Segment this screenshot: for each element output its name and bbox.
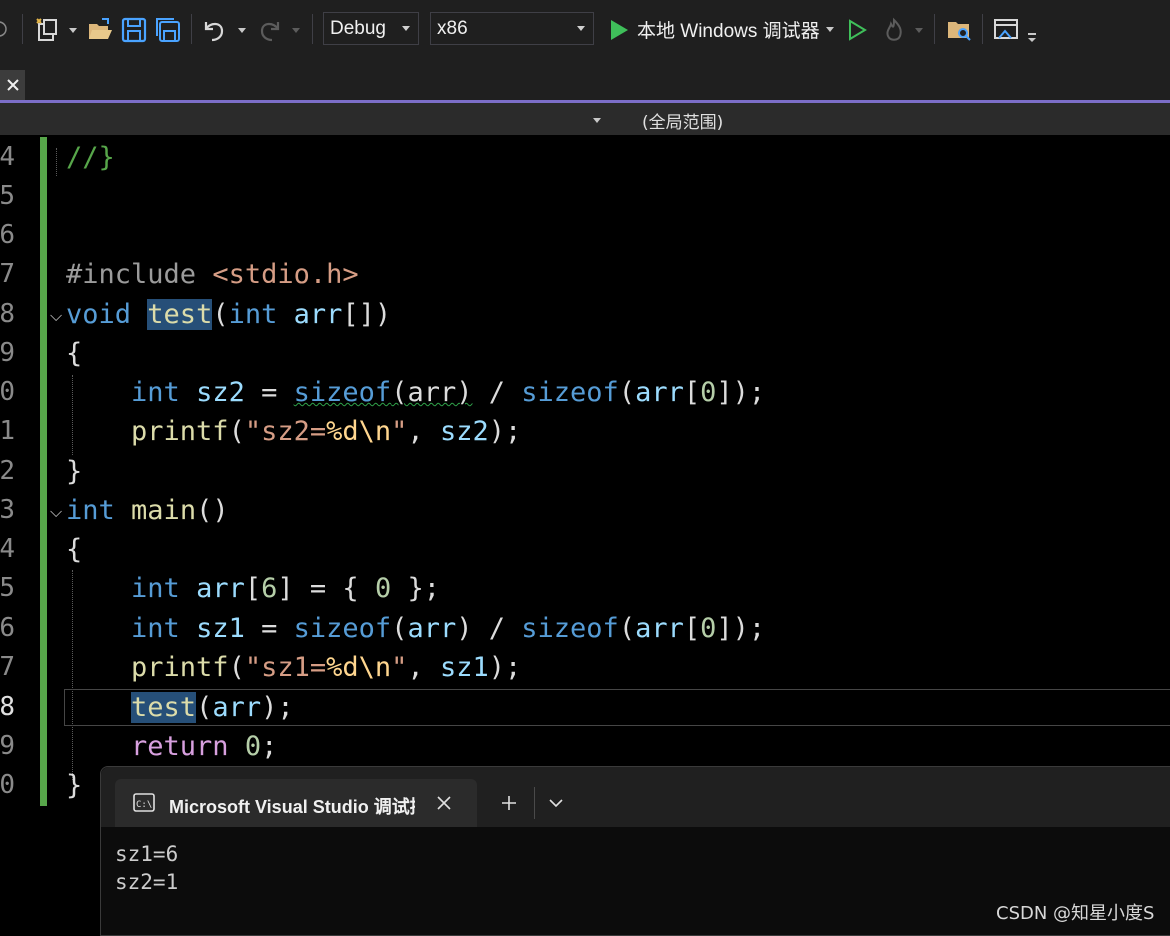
console-output-line: sz1=6 (115, 842, 179, 866)
toolbar-separator (312, 14, 313, 44)
line-number: 7 (0, 259, 15, 289)
terminal-icon: C:\ (133, 793, 155, 812)
toolbar-overflow-icon[interactable] (1026, 30, 1038, 44)
hot-reload-dropdown-icon[interactable] (915, 28, 923, 33)
main-toolbar: Debug x86 本地 Windows 调试器 (0, 0, 1170, 62)
save-all-icon[interactable] (154, 16, 182, 44)
watermark: CSDN @知星小度S (996, 903, 1155, 924)
line-number: 4 (0, 534, 15, 564)
close-tab-button[interactable] (0, 70, 25, 100)
close-icon[interactable] (437, 796, 451, 810)
close-icon (6, 79, 19, 91)
start-debugging-icon[interactable] (606, 16, 632, 44)
line-number: 1 (0, 416, 15, 446)
change-tracking-bar (40, 137, 47, 806)
line-number: 4 (0, 142, 15, 172)
console-tab-title: Microsoft Visual Studio 调试控制台 (169, 797, 415, 817)
code-line: //} (66, 142, 115, 173)
line-number: 6 (0, 613, 15, 643)
document-tab-strip (0, 62, 1170, 100)
debug-target-dropdown-icon[interactable] (826, 27, 834, 32)
solution-platform-select[interactable]: x86 (430, 12, 594, 45)
line-number: 5 (0, 181, 15, 211)
line-number: 0 (0, 377, 15, 407)
code-line: int sz1 = sizeof(arr) / sizeof(arr[0]); (131, 613, 766, 644)
line-number: 9 (0, 338, 15, 368)
line-number: 3 (0, 495, 15, 525)
redo-icon[interactable] (256, 16, 284, 44)
indent-guide (56, 148, 57, 176)
code-line: { (66, 534, 83, 565)
code-line: printf("sz1=%d\n", sz1); (131, 652, 522, 683)
code-line: void test(int arr[]) (66, 299, 392, 330)
chevron-down-icon (402, 26, 410, 31)
console-tab[interactable]: C:\ Microsoft Visual Studio 调试控制台 (115, 779, 477, 827)
chevron-down-icon[interactable] (549, 798, 563, 808)
solution-platform-value: x86 (437, 18, 468, 39)
open-folder-icon[interactable] (86, 16, 114, 44)
toolbar-separator (191, 14, 192, 44)
scope-selector[interactable]: (全局范围) (642, 108, 723, 133)
toolbar-separator (22, 14, 23, 44)
save-icon[interactable] (120, 16, 148, 44)
start-without-debugging-icon[interactable] (844, 16, 870, 44)
hot-reload-icon[interactable] (880, 16, 908, 44)
code-line: int arr[6] = { 0 }; (131, 573, 440, 604)
code-line: } (66, 456, 83, 487)
code-line: return 0; (131, 731, 278, 762)
tab-separator (534, 787, 535, 819)
line-number: 0 (0, 770, 15, 800)
new-tab-icon[interactable] (501, 795, 517, 811)
line-number: 9 (0, 731, 15, 761)
line-number-current: 8 (0, 692, 15, 722)
line-number: 8 (0, 299, 15, 329)
new-project-dropdown-icon[interactable] (69, 28, 77, 33)
redo-dropdown-icon[interactable] (292, 28, 300, 33)
code-line: { (66, 338, 83, 369)
line-number: 6 (0, 220, 15, 250)
collapse-function-main-icon[interactable]: ⌵ (50, 502, 62, 522)
undo-dropdown-icon[interactable] (238, 28, 246, 33)
line-number: 2 (0, 456, 15, 486)
solution-configuration-select[interactable]: Debug (323, 12, 419, 45)
line-number: 7 (0, 652, 15, 682)
code-line: } (66, 770, 83, 801)
collapse-function-test-icon[interactable]: ⌵ (50, 306, 62, 326)
toolbar-separator (982, 14, 983, 44)
code-line: printf("sz2=%d\n", sz2); (131, 416, 522, 447)
code-line: int main() (66, 495, 229, 526)
console-output-line: sz2=1 (115, 870, 179, 894)
navigation-bar (0, 103, 1170, 135)
solution-configuration-value: Debug (330, 18, 386, 39)
forward-nav-icon[interactable] (0, 18, 8, 40)
svg-text:C:\: C:\ (136, 800, 152, 810)
console-titlebar: C:\ Microsoft Visual Studio 调试控制台 (101, 767, 1170, 827)
code-line: int sz2 = sizeof(arr) / sizeof(arr[0]); (131, 377, 766, 408)
code-line: #include <stdio.h> (66, 259, 359, 290)
start-debugging-button[interactable]: 本地 Windows 调试器 (637, 16, 820, 43)
toolbar-separator (934, 14, 935, 44)
chevron-down-icon[interactable] (593, 118, 601, 123)
browse-folder-icon[interactable] (945, 16, 973, 44)
undo-icon[interactable] (200, 16, 228, 44)
line-number: 5 (0, 573, 15, 603)
code-line-current: test(arr); (131, 692, 294, 723)
window-layout-icon[interactable] (992, 16, 1020, 44)
new-project-icon[interactable] (34, 16, 62, 44)
chevron-down-icon (577, 26, 585, 31)
